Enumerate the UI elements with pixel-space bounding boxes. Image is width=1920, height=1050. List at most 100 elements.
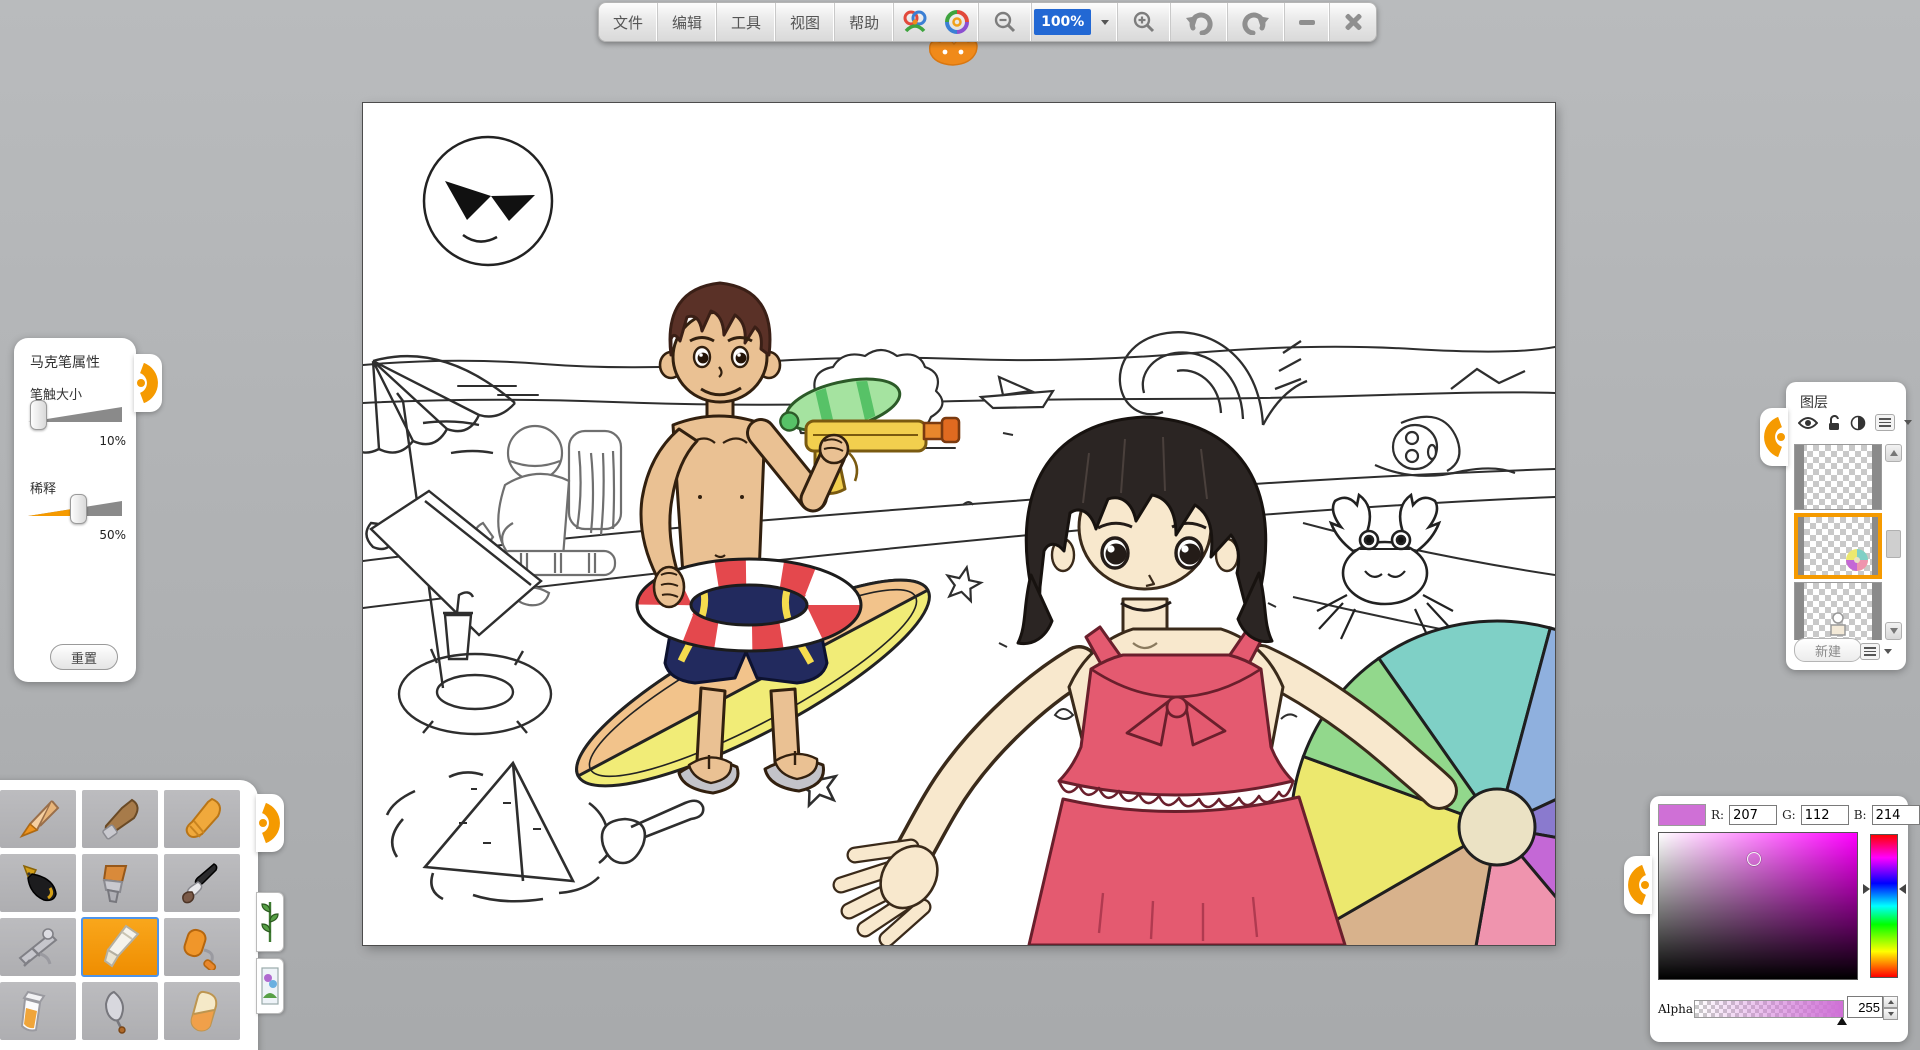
alpha-input[interactable] — [1847, 996, 1883, 1018]
menu-help[interactable]: 帮助 — [835, 3, 894, 41]
color-wheel-button[interactable] — [936, 3, 979, 41]
dilution-slider[interactable] — [28, 498, 122, 520]
zoom-in-button[interactable] — [1118, 3, 1171, 41]
brush-size-slider[interactable] — [28, 404, 122, 426]
undo-icon — [1185, 9, 1213, 35]
tool-paint-roller[interactable] — [164, 918, 240, 976]
dilution-value: 50% — [64, 528, 126, 542]
layer-menu-caret-icon[interactable] — [1904, 420, 1912, 425]
tool-marker[interactable] — [82, 918, 158, 976]
r-label: R: — [1711, 808, 1724, 822]
new-layer-button[interactable]: 新建 — [1794, 638, 1862, 662]
tool-flat-brush[interactable] — [82, 854, 158, 912]
sand-pyramid — [387, 763, 613, 901]
menu-view-label: 视图 — [790, 12, 820, 33]
minimize-icon — [1299, 20, 1315, 25]
tool-palette-handle[interactable] — [256, 794, 284, 852]
tool-palette-panel — [0, 780, 258, 1050]
undo-button[interactable] — [1171, 3, 1228, 41]
minimize-button[interactable] — [1285, 3, 1330, 41]
reset-button[interactable]: 重置 — [50, 644, 118, 670]
layer-row-2-selected[interactable] — [1794, 513, 1882, 579]
menu-file-label: 文件 — [613, 12, 643, 33]
layer-menu-icon[interactable] — [1875, 414, 1895, 431]
scrollbar-thumb[interactable] — [1886, 530, 1901, 558]
layers-panel: 图层 新建 — [1786, 382, 1906, 670]
zoom-dropdown-button[interactable] — [1093, 3, 1118, 41]
brush-size-value: 10% — [64, 434, 126, 448]
layers-options-icon[interactable] — [1860, 643, 1880, 660]
canvas-artwork — [363, 103, 1555, 945]
zoom-out-button[interactable] — [979, 3, 1032, 41]
menu-tools[interactable]: 工具 — [717, 3, 776, 41]
dilution-slider-thumb[interactable] — [70, 494, 87, 524]
sun-with-sunglasses — [424, 137, 552, 265]
opacity-icon[interactable] — [1850, 415, 1866, 431]
layer-row-3[interactable] — [1794, 582, 1882, 640]
tool-grid — [0, 790, 240, 1040]
menu-help-label: 帮助 — [849, 12, 879, 33]
close-button[interactable] — [1330, 3, 1376, 41]
r-input[interactable] — [1729, 805, 1777, 825]
alpha-up-button[interactable] — [1883, 996, 1898, 1008]
tool-airbrush[interactable] — [0, 918, 76, 976]
new-layer-label: 新建 — [1815, 641, 1841, 660]
visibility-eye-icon[interactable] — [1798, 416, 1818, 430]
redo-button[interactable] — [1228, 3, 1285, 41]
stamp-mascot-button[interactable] — [894, 3, 936, 41]
alpha-slider[interactable] — [1694, 1000, 1844, 1018]
hue-marker-left-icon[interactable] — [1863, 884, 1870, 894]
tool-crayon[interactable] — [164, 790, 240, 848]
app-window: 文件 编辑 工具 视图 帮助 — [0, 0, 1920, 1050]
layer-ball-thumbnail — [1844, 547, 1870, 573]
scroll-down-button[interactable] — [1885, 622, 1902, 640]
marker-panel-title: 马克笔属性 — [30, 352, 100, 372]
plant-stamp-icon — [261, 898, 279, 946]
marker-panel-handle[interactable] — [134, 354, 162, 412]
alpha-down-button[interactable] — [1883, 1008, 1898, 1020]
g-input[interactable] — [1801, 805, 1849, 825]
color-picker-panel: R: G: B: Alpha — [1650, 796, 1908, 1042]
layer-row-1[interactable] — [1794, 444, 1882, 510]
layers-panel-handle[interactable] — [1760, 408, 1788, 466]
marker-properties-panel: 马克笔属性 笔触大小 10% 稀释 50% 重置 — [14, 338, 136, 682]
color-picker-handle[interactable] — [1624, 856, 1652, 914]
sb-marker[interactable] — [1747, 852, 1761, 866]
zoom-level-display[interactable]: 100% — [1034, 9, 1091, 35]
toy-shovel — [602, 801, 703, 863]
tool-palette-knife[interactable] — [82, 982, 158, 1040]
layers-list — [1794, 444, 1884, 640]
tool-paint-bottle[interactable] — [0, 982, 76, 1040]
zoom-level-value: 100% — [1041, 14, 1084, 30]
hue-slider[interactable] — [1870, 834, 1898, 978]
saturation-brightness-field[interactable] — [1658, 832, 1858, 980]
menu-edit[interactable]: 编辑 — [658, 3, 717, 41]
menu-view[interactable]: 视图 — [776, 3, 835, 41]
dilution-label: 稀释 — [30, 478, 56, 497]
layers-options-caret-icon[interactable] — [1884, 649, 1892, 654]
main-toolbar: 文件 编辑 工具 视图 帮助 — [598, 2, 1377, 42]
zoom-in-icon — [1132, 10, 1156, 34]
tool-fountain-pen[interactable] — [0, 854, 76, 912]
plant-stamp-button[interactable] — [256, 892, 284, 952]
reset-button-label: 重置 — [71, 648, 97, 667]
alpha-label: Alpha — [1658, 1002, 1693, 1016]
tool-ink-brush[interactable] — [164, 854, 240, 912]
current-color-swatch — [1658, 804, 1706, 826]
drawing-canvas[interactable] — [363, 103, 1555, 945]
tool-wood-pen[interactable] — [82, 790, 158, 848]
tool-pencil[interactable] — [0, 790, 76, 848]
menu-file[interactable]: 文件 — [599, 3, 658, 41]
alpha-spinner — [1847, 996, 1898, 1020]
tool-eraser[interactable] — [164, 982, 240, 1040]
alpha-marker-icon[interactable] — [1837, 1017, 1847, 1025]
scroll-up-button[interactable] — [1885, 444, 1902, 462]
b-input[interactable] — [1872, 805, 1920, 825]
brush-size-slider-thumb[interactable] — [30, 400, 47, 430]
redo-icon — [1242, 9, 1270, 35]
unlock-icon[interactable] — [1827, 415, 1841, 431]
layers-scrollbar[interactable] — [1885, 444, 1900, 640]
boy-with-water-gun — [555, 283, 959, 820]
picture-stamp-button[interactable] — [256, 958, 284, 1014]
hue-marker-right-icon[interactable] — [1899, 884, 1906, 894]
